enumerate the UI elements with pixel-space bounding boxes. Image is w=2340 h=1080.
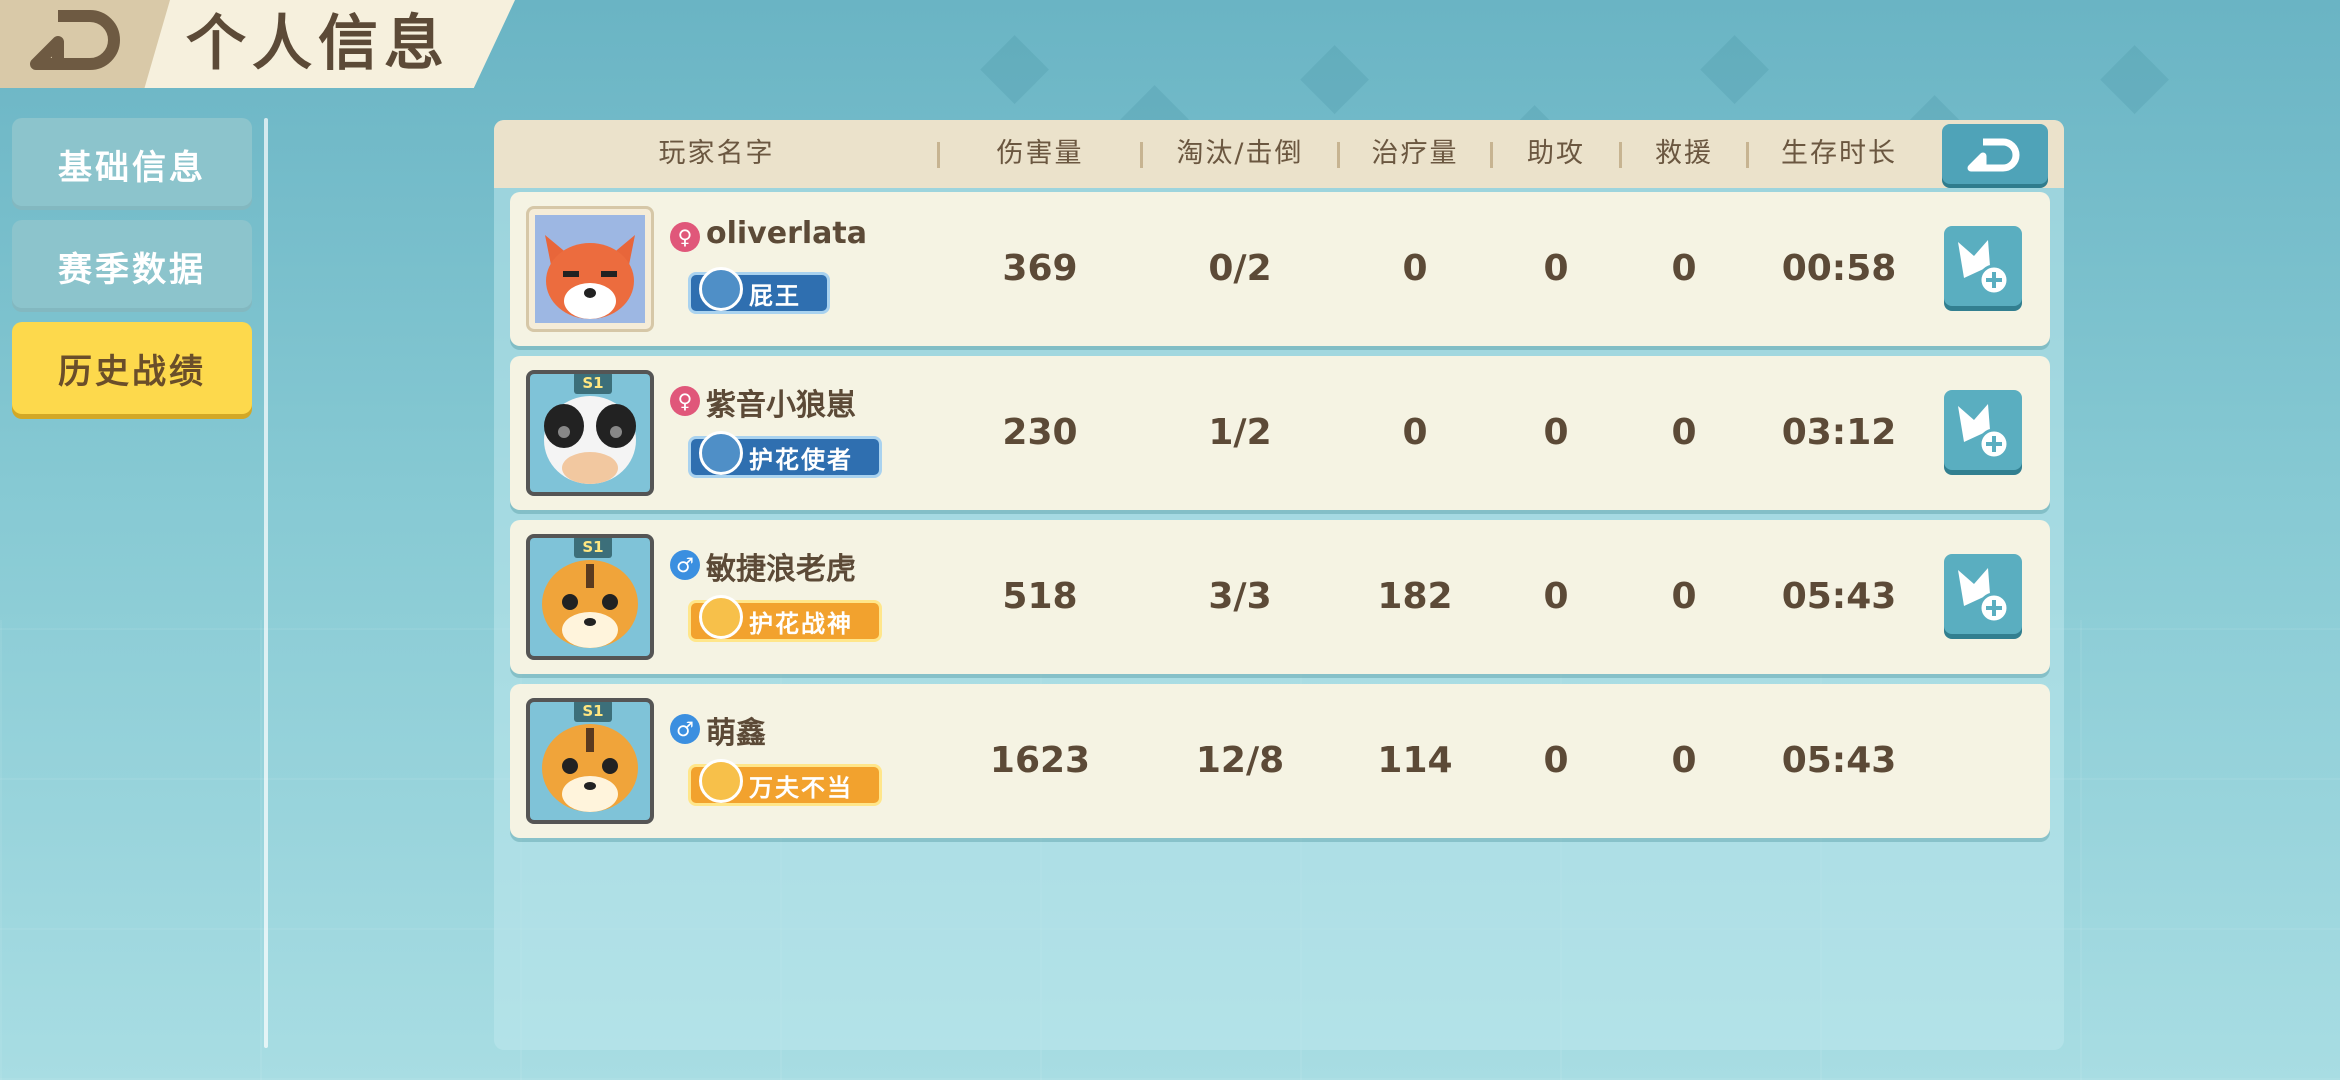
column-header-healing: 治疗量 bbox=[1371, 138, 1459, 169]
table-header: 玩家名字 伤害量 淘汰/击倒 治疗量 助攻 救援 生存时长 bbox=[494, 120, 2064, 188]
season-frame-badge: S1 bbox=[574, 538, 612, 558]
player-name: 敏捷浪老虎 bbox=[706, 552, 856, 587]
column-header-assists: 助攻 bbox=[1527, 138, 1585, 169]
nav-item-match-history[interactable]: 历史战绩 bbox=[12, 322, 252, 414]
header-back-button[interactable] bbox=[1942, 124, 2048, 184]
back-arrow-icon bbox=[1967, 138, 2020, 172]
cow-avatar[interactable]: S1 bbox=[526, 370, 654, 496]
player-title-badge: 护花使者 bbox=[688, 431, 882, 478]
player-name: 萌鑫 bbox=[706, 716, 766, 751]
female-icon: ♀ bbox=[670, 386, 700, 416]
rescue-value: 0 bbox=[1671, 412, 1697, 453]
add-friend-button[interactable] bbox=[1944, 390, 2022, 470]
tiger-avatar[interactable]: S1 bbox=[526, 534, 654, 660]
table-row: S1 ♂ 敏捷浪老虎 护花战神 518 3/3 182 0 0 05:43 bbox=[510, 520, 2050, 674]
rescue-value: 0 bbox=[1671, 248, 1697, 289]
heal-value: 0 bbox=[1402, 412, 1428, 453]
player-name: oliverlata bbox=[706, 216, 867, 251]
heal-value: 114 bbox=[1377, 740, 1453, 781]
badge-mascot-icon bbox=[699, 267, 743, 311]
player-title-badge: 万夫不当 bbox=[688, 759, 882, 806]
season-frame-badge: S1 bbox=[574, 374, 612, 394]
add-friend-icon bbox=[1958, 404, 2010, 460]
rescue-value: 0 bbox=[1671, 576, 1697, 617]
column-header-player-name: 玩家名字 bbox=[658, 138, 775, 169]
fox-avatar[interactable] bbox=[526, 206, 654, 332]
add-friend-button[interactable] bbox=[1944, 226, 2022, 306]
assist-value: 0 bbox=[1543, 412, 1569, 453]
badge-mascot-icon bbox=[699, 431, 743, 475]
column-header-rescues: 救援 bbox=[1655, 138, 1713, 169]
add-friend-icon bbox=[1958, 240, 2010, 296]
season-frame-badge: S1 bbox=[574, 702, 612, 722]
assist-value: 0 bbox=[1543, 248, 1569, 289]
tiger-avatar[interactable]: S1 bbox=[526, 698, 654, 824]
damage-value: 518 bbox=[1002, 576, 1078, 617]
back-button[interactable] bbox=[0, 0, 170, 88]
badge-mascot-icon bbox=[699, 759, 743, 803]
kd-value: 0/2 bbox=[1208, 248, 1272, 289]
heal-value: 0 bbox=[1402, 248, 1428, 289]
nav-divider bbox=[264, 118, 268, 1048]
rescue-value: 0 bbox=[1671, 740, 1697, 781]
column-header-kills: 淘汰/击倒 bbox=[1176, 138, 1304, 169]
player-title: 护花战神 bbox=[749, 609, 853, 638]
kd-value: 1/2 bbox=[1208, 412, 1272, 453]
add-friend-icon bbox=[1958, 568, 2010, 624]
player-title: 护花使者 bbox=[749, 445, 853, 474]
male-icon: ♂ bbox=[670, 550, 700, 580]
damage-value: 230 bbox=[1002, 412, 1078, 453]
survival-time-value: 00:58 bbox=[1781, 248, 1897, 289]
add-friend-button[interactable] bbox=[1944, 554, 2022, 634]
fox-icon bbox=[535, 215, 645, 323]
assist-value: 0 bbox=[1543, 576, 1569, 617]
player-title-badge: 护花战神 bbox=[688, 595, 882, 642]
kd-value: 3/3 bbox=[1208, 576, 1272, 617]
survival-time-value: 05:43 bbox=[1781, 740, 1897, 781]
player-name: 紫音小狼崽 bbox=[706, 388, 856, 423]
nav-item-season-data[interactable]: 赛季数据 bbox=[12, 220, 252, 312]
page-title: 个人信息 bbox=[186, 9, 450, 79]
table-row: S1 ♀ 紫音小狼崽 护花使者 230 1/2 0 0 0 03:12 bbox=[510, 356, 2050, 510]
survival-time-value: 05:43 bbox=[1781, 576, 1897, 617]
match-result-panel: 玩家名字 伤害量 淘汰/击倒 治疗量 助攻 救援 生存时长 ♀ oliverla… bbox=[494, 120, 2064, 1050]
male-icon: ♂ bbox=[670, 714, 700, 744]
column-header-damage: 伤害量 bbox=[996, 138, 1084, 169]
damage-value: 1623 bbox=[989, 740, 1091, 781]
table-row: S1 ♂ 萌鑫 万夫不当 1623 12/8 114 0 0 05:43 bbox=[510, 684, 2050, 838]
badge-mascot-icon bbox=[699, 595, 743, 639]
kd-value: 12/8 bbox=[1195, 740, 1285, 781]
player-title: 万夫不当 bbox=[749, 773, 853, 802]
damage-value: 369 bbox=[1002, 248, 1078, 289]
survival-time-value: 03:12 bbox=[1781, 412, 1897, 453]
column-header-survival-time: 生存时长 bbox=[1781, 138, 1897, 169]
assist-value: 0 bbox=[1543, 740, 1569, 781]
heal-value: 182 bbox=[1377, 576, 1453, 617]
player-title-badge: 屁王 bbox=[688, 267, 830, 314]
back-arrow-icon bbox=[30, 10, 120, 70]
sidebar-nav: 基础信息 赛季数据 历史战绩 bbox=[12, 118, 252, 424]
table-row: ♀ oliverlata 屁王 369 0/2 0 0 0 00:58 bbox=[510, 192, 2050, 346]
nav-item-basic-info[interactable]: 基础信息 bbox=[12, 118, 252, 210]
female-icon: ♀ bbox=[670, 222, 700, 252]
player-title: 屁王 bbox=[749, 281, 801, 310]
